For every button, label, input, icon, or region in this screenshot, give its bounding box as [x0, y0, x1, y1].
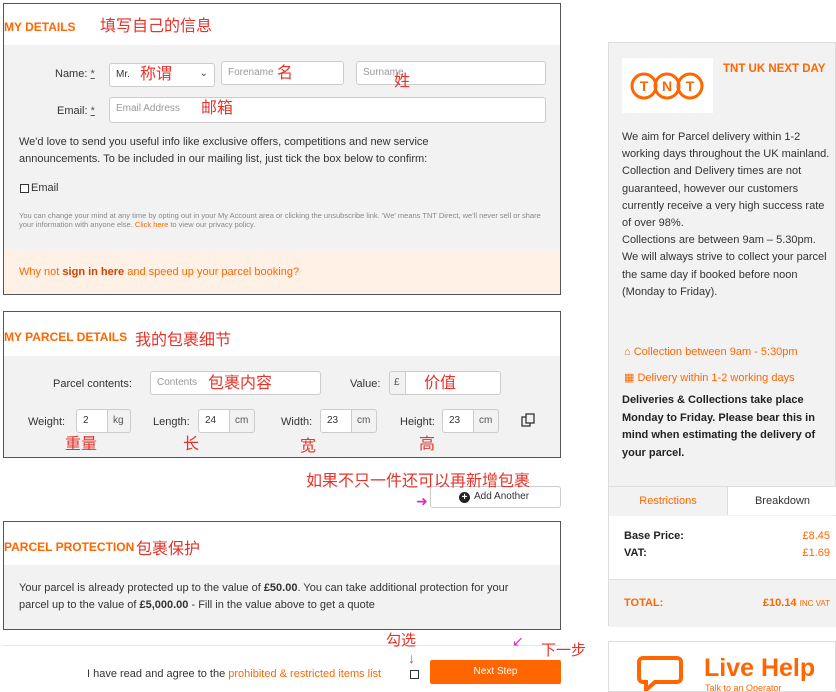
- weight-label: Weight:: [28, 416, 66, 428]
- live-help-title: Live Help: [704, 654, 816, 682]
- tab-breakdown[interactable]: Breakdown: [727, 487, 836, 515]
- vat-value: £1.69: [802, 547, 830, 559]
- service-summary-panel: T N T TNT UK NEXT DAY We aim for Parcel …: [608, 42, 836, 627]
- tab-restrictions[interactable]: Restrictions: [609, 487, 727, 515]
- total-label: TOTAL:: [624, 597, 664, 609]
- protection-title: PARCEL PROTECTION: [4, 540, 135, 554]
- weight-unit: kg: [107, 409, 131, 433]
- tnt-logo-icon: T N T: [630, 72, 704, 100]
- my-details-body: Name: * Mr. ⌄ Forename Surname Email: * …: [4, 45, 560, 294]
- mailing-text: We'd love to send you useful info like e…: [19, 136, 429, 165]
- name-label: Name: *: [55, 68, 95, 80]
- annotation-height: 高: [419, 434, 436, 453]
- weight-input[interactable]: 2: [76, 409, 108, 433]
- signin-banner: Why not sign in here and speed up your p…: [4, 249, 560, 294]
- annotation-email: 邮箱: [201, 98, 234, 117]
- summary-tabs: Restrictions Breakdown: [609, 486, 836, 516]
- annotation-next: 下一步: [541, 641, 587, 659]
- service-name: TNT UK NEXT DAY: [723, 63, 826, 75]
- arrow-to-checkbox: ↓: [408, 650, 415, 666]
- parcel-protection-panel: PARCEL PROTECTION Your parcel is already…: [3, 521, 561, 630]
- weekday-note: Deliveries & Collections take place Mond…: [622, 394, 816, 459]
- annotation-contents: 包裹内容: [208, 373, 273, 392]
- agree-checkbox[interactable]: [410, 670, 419, 679]
- parcel-details-title: MY PARCEL DETAILS: [4, 330, 128, 344]
- base-price-value: £8.45: [802, 530, 830, 542]
- email-input[interactable]: Email Address: [109, 97, 546, 123]
- width-unit: cm: [351, 409, 377, 433]
- email-label: Email: *: [57, 105, 95, 117]
- agree-text: I have read and agree to the prohibited …: [87, 668, 382, 680]
- total-value: £10.14 INC VAT: [762, 597, 830, 609]
- home-icon: ⌂: [624, 346, 631, 358]
- arrow-to-next-step: ↙: [512, 633, 524, 649]
- signin-link[interactable]: sign in here: [62, 266, 124, 278]
- add-another-label: Add Another: [474, 491, 530, 502]
- width-input[interactable]: 23: [320, 409, 352, 433]
- tnt-logo: T N T: [622, 58, 713, 113]
- plus-circle-icon: +: [459, 492, 470, 503]
- my-details-panel: MY DETAILS Name: * Mr. ⌄ Forename Surnam…: [3, 3, 561, 295]
- arrow-to-add-another: ➜: [416, 493, 428, 509]
- annotation-title: 称谓: [140, 64, 173, 83]
- annotation-length: 长: [183, 434, 200, 453]
- height-label: Height:: [400, 416, 435, 428]
- surname-input[interactable]: Surname: [356, 61, 546, 85]
- email-opt-in-checkbox[interactable]: [20, 184, 29, 193]
- length-input[interactable]: 24: [198, 409, 230, 433]
- svg-text:N: N: [662, 78, 672, 94]
- height-input[interactable]: 23: [442, 409, 474, 433]
- breakdown-body: Base Price: £8.45 VAT: £1.69 TOTAL: £10.…: [609, 516, 836, 627]
- length-unit: cm: [229, 409, 255, 433]
- privacy-fine-print: You can change your mind at any time by …: [19, 211, 541, 229]
- protection-text: Your parcel is already protected up to t…: [19, 582, 509, 611]
- my-details-title: MY DETAILS: [4, 20, 76, 34]
- annotation-forename: 名: [277, 63, 294, 82]
- value-label: Value:: [350, 378, 381, 390]
- live-help-banner[interactable]: Live Help Talk to an Operator: [608, 641, 836, 692]
- protection-body: Your parcel is already protected up to t…: [4, 565, 560, 629]
- annotation-my-details: 填写自己的信息: [100, 16, 213, 35]
- annotation-add-another: 如果不只一件还可以再新增包裹: [306, 471, 531, 490]
- collection-info: ⌂ Collection between 9am - 5:30pm: [624, 346, 798, 358]
- annotation-parcel-details: 我的包裹细节: [135, 330, 232, 349]
- length-label: Length:: [153, 416, 190, 428]
- chat-bubble-icon: [637, 656, 683, 691]
- height-unit: cm: [473, 409, 499, 433]
- restricted-items-link[interactable]: prohibited & restricted items list: [228, 668, 381, 680]
- service-description: We aim for Parcel delivery within 1-2 wo…: [622, 131, 830, 298]
- width-label: Width:: [281, 416, 313, 428]
- live-help-subtitle: Talk to an Operator: [705, 683, 782, 692]
- privacy-link[interactable]: Click here: [135, 220, 168, 229]
- total-row: TOTAL: £10.14 INC VAT: [609, 579, 836, 627]
- svg-text:T: T: [686, 78, 695, 94]
- svg-text:T: T: [640, 78, 649, 94]
- delivery-info: ▦ Delivery within 1-2 working days: [624, 372, 795, 384]
- next-step-button[interactable]: Next Step: [430, 660, 561, 684]
- annotation-protection: 包裹保护: [136, 539, 201, 558]
- annotation-weight: 重量: [65, 434, 98, 453]
- vat-label: VAT:: [624, 547, 647, 559]
- email-opt-in-label: Email: [31, 182, 59, 194]
- agree-divider: [3, 645, 561, 646]
- contents-label: Parcel contents:: [53, 378, 132, 390]
- annotation-width: 宽: [300, 436, 317, 455]
- signin-text: Why not sign in here and speed up your p…: [19, 266, 300, 278]
- copy-dimensions-icon[interactable]: [521, 413, 535, 427]
- base-price-label: Base Price:: [624, 530, 684, 542]
- annotation-check: 勾选: [386, 631, 417, 649]
- annotation-surname: 姓: [394, 71, 411, 90]
- value-currency-prefix: £: [389, 371, 406, 395]
- annotation-value: 价值: [424, 373, 457, 392]
- chevron-down-icon: ⌄: [199, 68, 208, 79]
- calendar-icon: ▦: [624, 372, 635, 384]
